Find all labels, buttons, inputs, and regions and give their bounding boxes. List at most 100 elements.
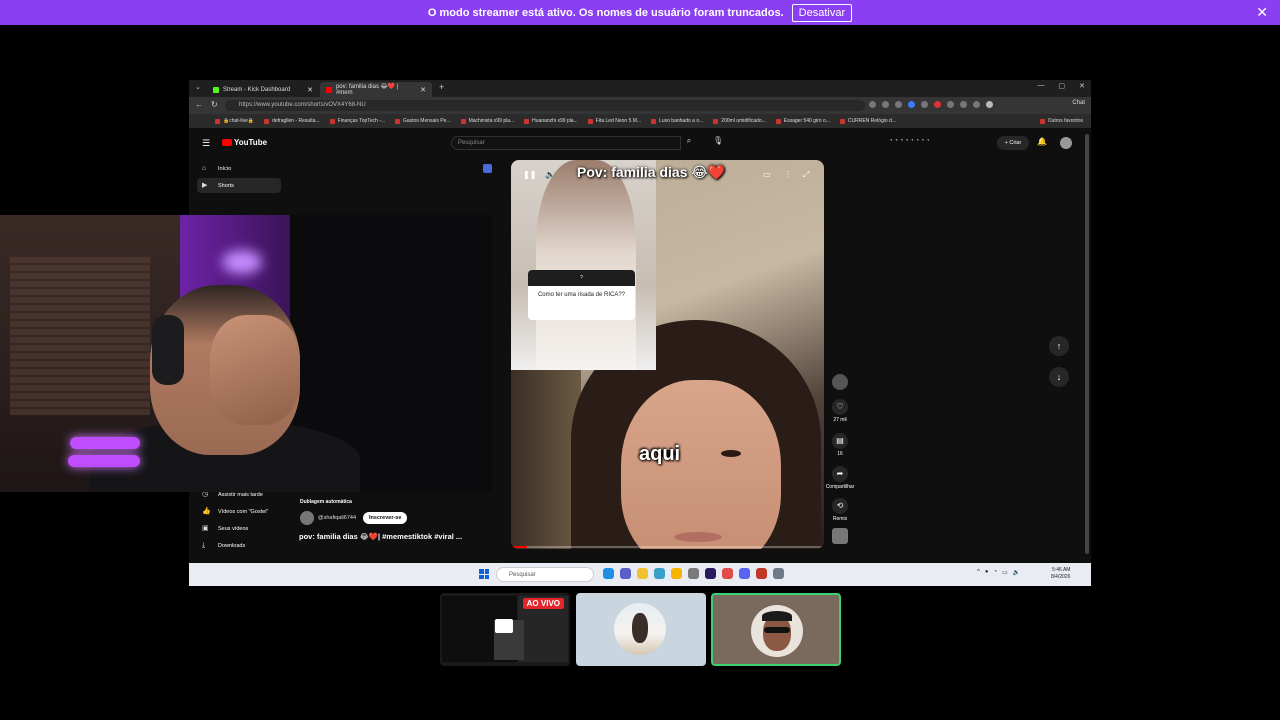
pause-icon[interactable]: ❚❚	[523, 170, 536, 179]
short-title[interactable]: pov: familia dias 😂❤️| #memestiktok #vir…	[299, 532, 462, 541]
url-input[interactable]: https://www.youtube.com/shorts/vOVX4Y68-…	[225, 100, 865, 111]
close-window-icon[interactable]: ✕	[1079, 82, 1085, 90]
more-options-icon[interactable]: ⋮	[784, 170, 792, 179]
short-video-player[interactable]: ? Como ter uma risada de RICA?? Pov: fam…	[511, 160, 824, 549]
sidebar-item-downloads[interactable]: ⤓ Downloads	[197, 538, 281, 553]
bookmark-item[interactable]: Luxo banhado a o...	[651, 118, 703, 124]
close-tab-icon[interactable]: ✕	[420, 86, 426, 94]
new-tab-icon[interactable]: +	[439, 82, 444, 92]
sidebar-item-home[interactable]: ⌂ Início	[197, 161, 281, 176]
extension-icon[interactable]	[882, 101, 889, 108]
page-scrollbar[interactable]	[1085, 134, 1089, 554]
menu-icon[interactable]: ☰	[202, 138, 210, 149]
back-icon[interactable]: ←	[195, 100, 203, 109]
video-progress-fill	[511, 546, 527, 548]
next-short-button[interactable]: ↓	[1049, 367, 1069, 387]
drive-icon[interactable]	[671, 568, 682, 579]
minimize-icon[interactable]: —	[1038, 82, 1045, 90]
close-icon[interactable]: ✕	[1256, 4, 1268, 21]
bookmark-item[interactable]: Essager 540 giro o...	[776, 118, 830, 124]
sidebar-item-liked-videos[interactable]: 👍 Vídeos com "Gostei"	[197, 504, 281, 519]
discord-icon[interactable]	[739, 568, 750, 579]
microphone-icon[interactable]: 🎙	[713, 136, 723, 145]
fullscreen-icon[interactable]: ⤢	[803, 170, 809, 180]
create-button[interactable]: + Criar	[997, 136, 1029, 150]
edge-icon[interactable]	[603, 568, 614, 579]
tab-kick-dashboard[interactable]: Stream - Kick Dashboard ✕	[207, 82, 319, 97]
remix-label: Remix	[832, 516, 848, 522]
bookmark-item[interactable]: Huananzhi x99 pla...	[524, 118, 578, 124]
opera-icon[interactable]	[722, 568, 733, 579]
like-button[interactable]: ♡ 27 mil	[829, 399, 851, 423]
sound-thumbnail[interactable]	[829, 528, 851, 546]
bookmark-item[interactable]: Finanças TopTech -...	[330, 118, 385, 124]
video-progress-bar[interactable]	[511, 546, 824, 548]
subscribe-button[interactable]: Inscrever-se	[363, 512, 408, 524]
premiere-icon[interactable]	[705, 568, 716, 579]
bookmark-item[interactable]: Machinista x99 pla...	[461, 118, 515, 124]
extension-icon[interactable]	[921, 101, 928, 108]
settings-icon[interactable]	[773, 568, 784, 579]
extension-icon[interactable]	[973, 101, 980, 108]
youtube-logo[interactable]: YouTube	[222, 138, 267, 147]
bookmark-item[interactable]: CURREN Relógio d...	[840, 118, 896, 124]
home-icon: ⌂	[202, 164, 207, 172]
avatar-hair	[762, 611, 792, 621]
explorer-icon[interactable]	[637, 568, 648, 579]
reload-icon[interactable]: ↻	[211, 100, 218, 109]
participant-tile-screen[interactable]: AO VIVO	[440, 593, 570, 666]
channel-avatar[interactable]	[300, 511, 314, 525]
share-button[interactable]: ➦ Compartilhar	[823, 466, 857, 490]
extension-icon[interactable]	[908, 101, 915, 108]
tray-app-icon[interactable]: ●	[985, 569, 989, 576]
maximize-icon[interactable]: ▢	[1059, 82, 1066, 90]
volume-icon[interactable]: 🔈	[545, 170, 555, 179]
bookmark-item[interactable]: Fita Led Neon 5 M...	[588, 118, 641, 124]
captions-icon[interactable]: ▭	[763, 170, 771, 179]
notifications-icon[interactable]: 🔔	[1037, 137, 1047, 146]
app-icon[interactable]	[756, 568, 767, 579]
other-favorites[interactable]: Outros favoritos	[1040, 118, 1091, 124]
wifi-icon[interactable]: ◔	[993, 569, 997, 576]
comments-button[interactable]: ▤ 16	[829, 433, 851, 457]
neon-tube	[68, 455, 140, 467]
display-icon[interactable]: ▭	[1002, 569, 1008, 576]
translate-icon[interactable]	[483, 164, 492, 173]
bookmark-item[interactable]: defragllen - Resulta...	[264, 118, 320, 124]
channel-name[interactable]: @shafiqali6744	[318, 515, 356, 521]
channel-avatar-action[interactable]	[829, 374, 851, 392]
bookmark-item[interactable]: 🔒chat-live🔒	[215, 118, 254, 124]
teams-icon[interactable]	[620, 568, 631, 579]
taskbar-clock[interactable]: 5:46 AM 8/4/2026	[1051, 567, 1070, 581]
extension-icon[interactable]	[960, 101, 967, 108]
windows-start-icon[interactable]	[479, 569, 489, 579]
taskbar-search-input[interactable]: Pesquisar	[496, 567, 594, 582]
tray-chevron-icon[interactable]: ^	[977, 569, 980, 576]
profile-avatar-icon[interactable]	[986, 101, 993, 108]
search-icon[interactable]: ⌕	[681, 136, 697, 150]
participant-tile-guest[interactable]	[576, 593, 706, 666]
sidebar-item-shorts[interactable]: ▶ Shorts	[197, 178, 281, 193]
participant-tile-active[interactable]	[711, 593, 841, 666]
bookmark-item[interactable]: Gastos Mensais Pe...	[395, 118, 451, 124]
extension-icon[interactable]	[895, 101, 902, 108]
remix-button[interactable]: ⟲ Remix	[829, 498, 851, 522]
bookmark-item[interactable]: 200ml umidificado...	[713, 118, 765, 124]
app-icon[interactable]	[654, 568, 665, 579]
account-avatar[interactable]	[1060, 137, 1072, 149]
extension-icon[interactable]	[869, 101, 876, 108]
sidebar-item-your-videos[interactable]: ▣ Seus vídeos	[197, 521, 281, 536]
tab-list-icon[interactable]: ⌄	[195, 83, 201, 91]
disable-streamer-mode-button[interactable]: Desativar	[791, 3, 853, 22]
copilot-chat-button[interactable]: Chat	[1072, 100, 1085, 106]
tab-youtube-short[interactable]: pov: familia dias 😂❤️ | #mem ✕	[320, 82, 432, 97]
extension-icon[interactable]	[934, 101, 941, 108]
extension-icon[interactable]	[947, 101, 954, 108]
close-tab-icon[interactable]: ✕	[307, 86, 313, 94]
previous-short-button[interactable]: ↑	[1049, 336, 1069, 356]
search-input[interactable]: Pesquisar	[451, 136, 681, 150]
app-icon[interactable]	[688, 568, 699, 579]
header-extension-icons[interactable]: ◔ ◔ ◔ ◔ ◔ ◔ ◔ ◔	[889, 138, 930, 144]
volume-icon[interactable]: 🔈	[1013, 569, 1020, 576]
avatar-sunglasses	[764, 627, 790, 633]
